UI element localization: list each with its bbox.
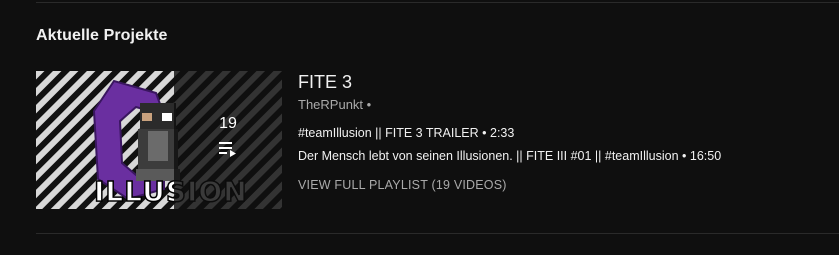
thumbnail-overlay: 19: [174, 71, 282, 209]
video-duration: 16:50: [689, 149, 722, 163]
video-count-overlay: 19: [219, 114, 237, 132]
playlist-thumbnail[interactable]: ILLUSION 19: [36, 71, 282, 209]
video-separator: •: [482, 126, 487, 140]
channel-name[interactable]: TheRPunkt: [298, 97, 363, 112]
playlist-video-item[interactable]: Der Mensch lebt von seinen Illusionen. |…: [298, 149, 721, 163]
video-title: #teamIllusion || FITE 3 TRAILER: [298, 126, 479, 140]
channel-separator: •: [366, 97, 372, 112]
playlist-video-item[interactable]: #teamIllusion || FITE 3 TRAILER • 2:33: [298, 126, 514, 140]
playlist-title[interactable]: FITE 3: [298, 72, 352, 93]
video-duration: 2:33: [490, 126, 515, 140]
top-divider: [36, 2, 839, 3]
channel-row: TheRPunkt •: [298, 97, 371, 112]
video-separator: •: [682, 149, 687, 163]
video-title: Der Mensch lebt von seinen Illusionen. |…: [298, 149, 679, 163]
section-title: Aktuelle Projekte: [36, 27, 168, 44]
playlist-queue-icon: [219, 141, 237, 162]
view-full-playlist-link[interactable]: VIEW FULL PLAYLIST (19 VIDEOS): [298, 178, 507, 192]
bottom-divider: [36, 233, 839, 234]
